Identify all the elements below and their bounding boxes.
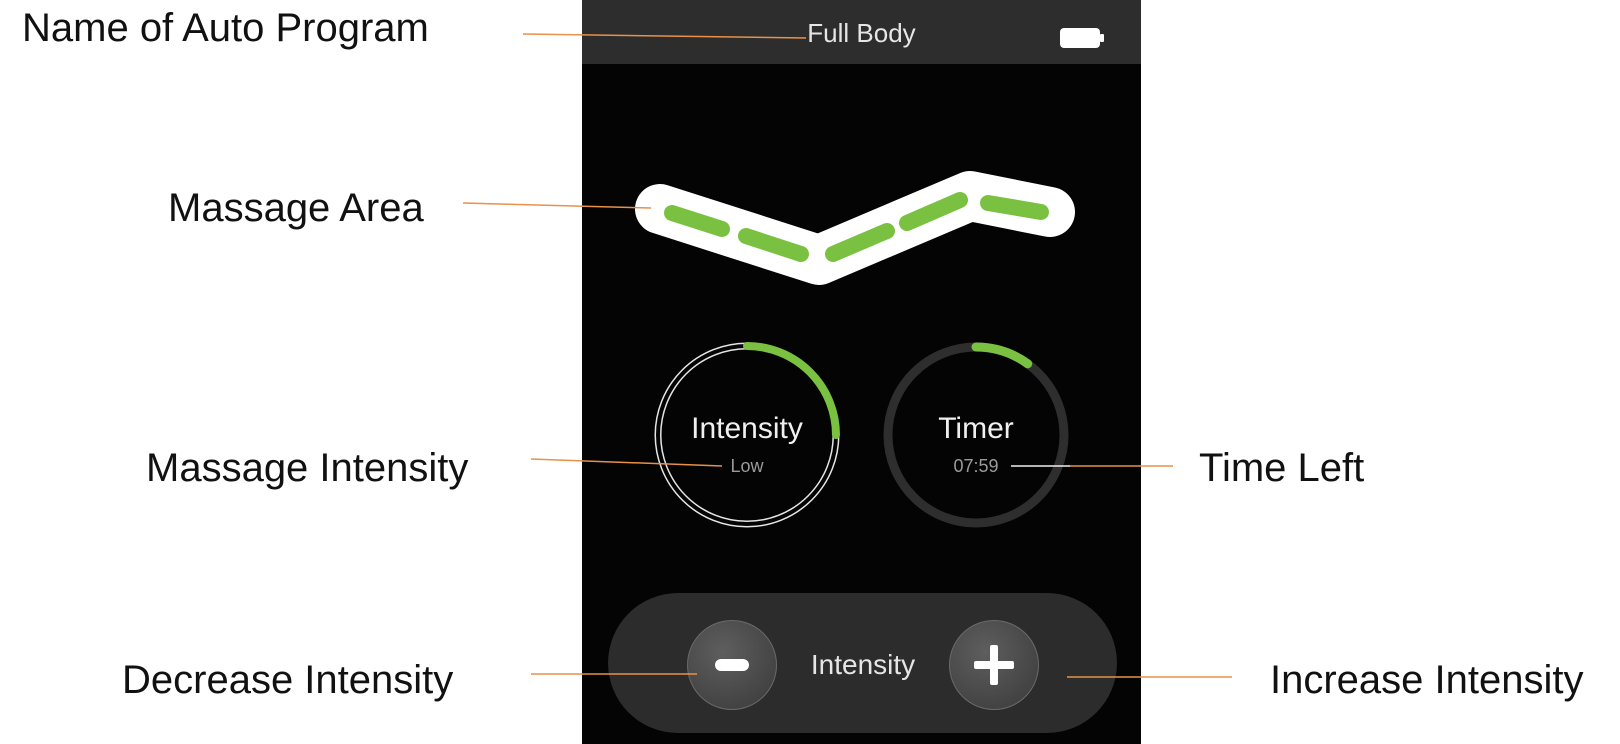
leader-massage-area [462, 202, 652, 209]
annotation-leader-lines [462, 33, 1232, 678]
leader-program-name [522, 33, 807, 39]
leader-massage-intensity [530, 458, 723, 467]
